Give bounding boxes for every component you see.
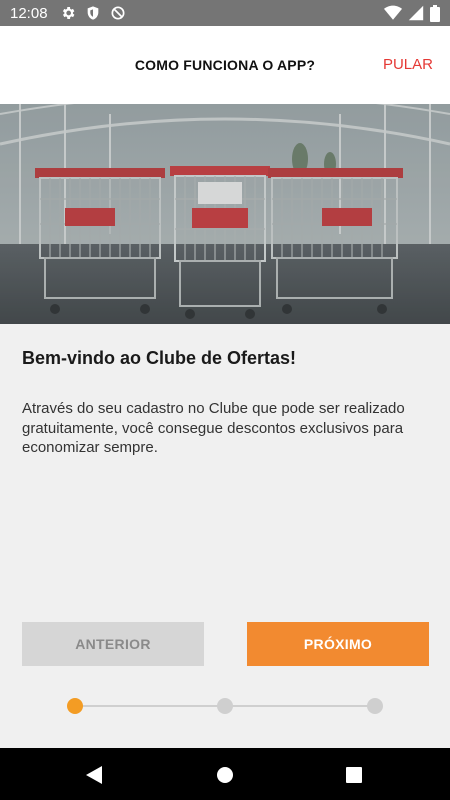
home-icon[interactable]	[216, 766, 234, 784]
cell-signal-icon	[408, 5, 424, 21]
step-dot-2	[217, 698, 233, 714]
navigation-bar	[0, 748, 450, 800]
battery-icon	[430, 4, 440, 22]
shield-icon	[87, 6, 98, 20]
onboarding-heading: Bem-vindo ao Clube de Ofertas!	[22, 348, 297, 368]
onboarding-content: Bem-vindo ao Clube de Ofertas! Através d…	[22, 348, 428, 473]
gear-icon	[62, 7, 74, 19]
previous-button[interactable]: ANTERIOR	[22, 622, 204, 666]
recents-icon[interactable]	[346, 767, 362, 783]
skip-button[interactable]: PULAR	[383, 26, 433, 104]
step-dot-1	[67, 698, 83, 714]
wifi-icon	[384, 5, 402, 20]
status-bar: 12:08	[0, 0, 450, 26]
next-button[interactable]: PRÓXIMO	[247, 622, 429, 666]
app-bar: COMO FUNCIONA O APP? PULAR	[0, 26, 450, 104]
back-icon[interactable]	[86, 766, 103, 784]
status-time: 12:08	[10, 4, 48, 22]
onboarding-description: Através do seu cadastro no Clube que pod…	[22, 400, 405, 456]
step-dot-3	[367, 698, 383, 714]
do-not-disturb-icon	[111, 6, 125, 20]
shopping-carts-image	[0, 104, 450, 324]
